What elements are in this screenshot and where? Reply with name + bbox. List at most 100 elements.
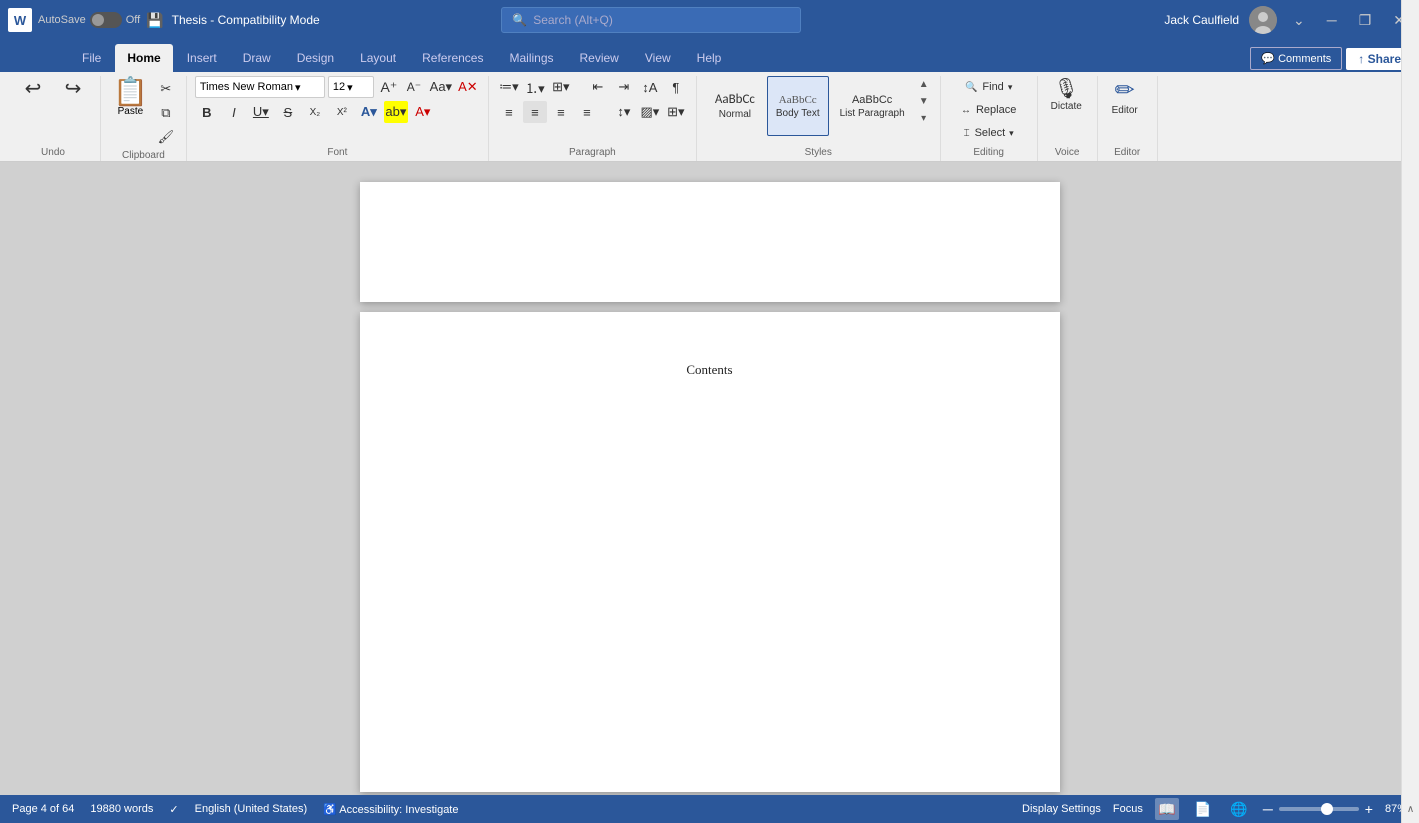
redo-button[interactable]: ↪: [54, 76, 92, 104]
document-area: Contents: [0, 162, 1419, 795]
justify-button[interactable]: ≡: [575, 101, 599, 123]
find-button[interactable]: 🔍 Find ▾: [949, 76, 1029, 98]
zoom-minus-button[interactable]: ─: [1263, 801, 1273, 817]
ribbon-group-paragraph: ≔▾ ⒈▾ ⊞▾ ⇤ ⇥ ↕A ¶ ≡ ≡ ≡ ≡ ↕▾ ▨▾: [489, 76, 697, 161]
paste-button[interactable]: 📋 Paste: [109, 76, 152, 119]
display-settings-button[interactable]: Display Settings: [1022, 803, 1101, 815]
focus-button[interactable]: Focus: [1113, 803, 1143, 815]
editor-button[interactable]: ✏ Editor: [1106, 76, 1144, 119]
zoom-plus-button[interactable]: +: [1365, 801, 1373, 817]
font-color-button[interactable]: A▾: [411, 101, 435, 123]
bullets-button[interactable]: ≔▾: [497, 76, 521, 98]
tab-draw[interactable]: Draw: [231, 44, 283, 72]
styles-scroll-buttons: ▲ ▼ ▾: [916, 76, 932, 126]
paste-icon: 📋: [113, 78, 148, 106]
editor-content: ✏ Editor: [1106, 76, 1144, 145]
show-formatting-button[interactable]: ¶: [664, 76, 688, 98]
save-button[interactable]: 💾: [146, 12, 163, 29]
dictate-button[interactable]: 🎙 Dictate: [1046, 76, 1087, 115]
style-list-name: List Paragraph: [840, 108, 905, 119]
style-body-text[interactable]: AaBbCc Body Text: [767, 76, 829, 136]
strikethrough-button[interactable]: S: [276, 101, 300, 123]
find-icon: 🔍: [965, 82, 977, 93]
tab-review[interactable]: Review: [568, 44, 631, 72]
align-right-button[interactable]: ≡: [549, 101, 573, 123]
read-mode-button[interactable]: 📖: [1155, 798, 1179, 820]
styles-scroll-up[interactable]: ▲: [916, 76, 932, 92]
tab-file[interactable]: File: [70, 44, 113, 72]
style-body-preview: AaBbCc: [779, 94, 817, 106]
word-app-icon: W: [8, 8, 32, 32]
tab-references[interactable]: References: [410, 44, 495, 72]
styles-expand[interactable]: ▾: [916, 110, 932, 126]
undo-button[interactable]: ↩: [14, 76, 52, 104]
accessibility-button[interactable]: ♿ Accessibility: Investigate: [323, 803, 458, 816]
font-size-dropdown[interactable]: 12 ▾: [328, 76, 374, 98]
tab-layout[interactable]: Layout: [348, 44, 408, 72]
status-bar-right: Display Settings Focus 📖 📄 🌐 ─ + 87%: [1022, 798, 1407, 820]
style-normal-name: Normal: [719, 109, 751, 120]
ribbon-collapse-button[interactable]: ∧: [1401, 0, 1419, 823]
borders-button[interactable]: ⊞▾: [664, 101, 688, 123]
tab-design[interactable]: Design: [285, 44, 346, 72]
paragraph-content: ≔▾ ⒈▾ ⊞▾ ⇤ ⇥ ↕A ¶ ≡ ≡ ≡ ≡ ↕▾ ▨▾: [497, 76, 688, 145]
web-layout-button[interactable]: 🌐: [1227, 798, 1251, 820]
grow-font-button[interactable]: A⁺: [377, 76, 401, 98]
clear-formatting-button[interactable]: A✕: [456, 76, 480, 98]
select-button[interactable]: ⌶ Select ▾: [949, 122, 1029, 144]
ribbon-group-clipboard: 📋 Paste ✂ ⧉ 🖌 Clipboard: [101, 76, 187, 161]
restore-button[interactable]: ❐: [1353, 11, 1378, 29]
ribbon-display-button[interactable]: ⌄: [1287, 11, 1311, 29]
search-bar[interactable]: 🔍 Search (Alt+Q): [501, 7, 801, 33]
italic-button[interactable]: I: [222, 101, 246, 123]
font-name-dropdown[interactable]: Times New Roman ▾: [195, 76, 325, 98]
cut-button[interactable]: ✂: [154, 78, 178, 100]
highlight-button[interactable]: ab▾: [384, 101, 408, 123]
comments-button[interactable]: 💬 Comments: [1250, 47, 1342, 70]
change-case-button[interactable]: Aa▾: [429, 76, 453, 98]
styles-scroll-down[interactable]: ▼: [916, 93, 932, 109]
align-left-button[interactable]: ≡: [497, 101, 521, 123]
font-controls: Times New Roman ▾ 12 ▾ A⁺ A⁻ Aa▾ A✕ B: [195, 76, 480, 123]
style-list-paragraph[interactable]: AaBbCc List Paragraph: [831, 76, 914, 136]
line-spacing-button[interactable]: ↕▾: [612, 101, 636, 123]
tab-mailings[interactable]: Mailings: [497, 44, 565, 72]
sort-button[interactable]: ↕A: [638, 76, 662, 98]
find-chevron: ▾: [1008, 82, 1013, 93]
underline-button[interactable]: U▾: [249, 101, 273, 123]
minimize-button[interactable]: ─: [1321, 11, 1343, 29]
editor-group-label: Editor: [1106, 145, 1149, 161]
subscript-button[interactable]: X₂: [303, 101, 327, 123]
paste-label: Paste: [118, 106, 144, 117]
language[interactable]: English (United States): [195, 803, 308, 815]
document-page-main[interactable]: Contents: [360, 312, 1060, 792]
decrease-indent-button[interactable]: ⇤: [586, 76, 610, 98]
tab-home[interactable]: Home: [115, 44, 172, 72]
style-normal[interactable]: AaBbCc Normal: [705, 76, 765, 136]
tab-insert[interactable]: Insert: [175, 44, 229, 72]
replace-button[interactable]: ↔ Replace: [949, 99, 1029, 121]
tab-view[interactable]: View: [633, 44, 683, 72]
text-effects-button[interactable]: A▾: [357, 101, 381, 123]
format-painter-button[interactable]: 🖌: [154, 126, 178, 148]
tab-help[interactable]: Help: [685, 44, 734, 72]
shading-button[interactable]: ▨▾: [638, 101, 662, 123]
zoom-slider[interactable]: [1279, 807, 1359, 811]
font-name-chevron: ▾: [295, 81, 301, 94]
multilevel-button[interactable]: ⊞▾: [549, 76, 573, 98]
shrink-font-button[interactable]: A⁻: [402, 76, 426, 98]
bold-button[interactable]: B: [195, 101, 219, 123]
spell-check-icon[interactable]: ✓: [169, 803, 178, 816]
print-layout-button[interactable]: 📄: [1191, 798, 1215, 820]
voice-group-label: Voice: [1046, 145, 1089, 161]
autosave-section: AutoSave Off: [38, 12, 140, 28]
style-body-name: Body Text: [776, 108, 820, 119]
superscript-button[interactable]: X²: [330, 101, 354, 123]
autosave-toggle[interactable]: [90, 12, 122, 28]
copy-button[interactable]: ⧉: [154, 102, 178, 124]
increase-indent-button[interactable]: ⇥: [612, 76, 636, 98]
numbering-button[interactable]: ⒈▾: [523, 76, 547, 98]
align-center-button[interactable]: ≡: [523, 101, 547, 123]
paragraph-group-label: Paragraph: [497, 145, 688, 161]
user-avatar[interactable]: [1249, 6, 1277, 34]
